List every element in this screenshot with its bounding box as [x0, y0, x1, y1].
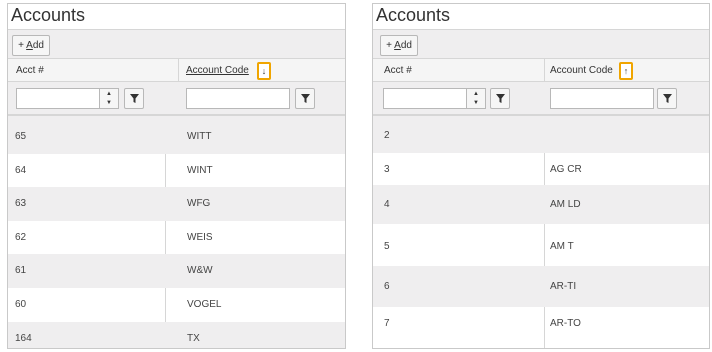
chevron-down-icon[interactable]: ▼ [467, 99, 485, 108]
cell-acct: 4 [384, 199, 390, 210]
column-header-acct[interactable]: Acct # [16, 65, 44, 76]
table-row[interactable]: 3 AG CR [373, 153, 709, 185]
acct-filter-button[interactable] [124, 88, 144, 109]
filter-row: ▲ ▼ [373, 82, 709, 116]
add-label-key: A [26, 40, 33, 51]
chevron-down-icon[interactable]: ▼ [100, 99, 118, 108]
column-header-account-code[interactable]: Account Code [186, 65, 249, 76]
cell-acct: 65 [15, 131, 27, 142]
table-row[interactable]: 4 AM LD [373, 185, 709, 224]
acct-filter-button[interactable] [490, 88, 510, 109]
toolbar: + Add [373, 29, 709, 59]
cell-acct: 61 [15, 265, 27, 276]
cell-account-code: WFG [187, 198, 211, 209]
column-header-row: Acct # Account Code ↓ [8, 59, 345, 82]
cell-account-code: W&W [187, 265, 213, 276]
column-divider [544, 59, 545, 81]
table-row[interactable]: 6 AR-TI [373, 266, 709, 307]
add-label-rest: dd [32, 40, 44, 51]
accounts-grid: 65 WITT 64 WINT 63 WFG 62 WEIS 61 W&W 60… [8, 116, 345, 348]
accounts-grid: 2 3 AG CR 4 AM LD 5 AM T 6 AR-TI 7 AR-TO [373, 116, 709, 348]
account-code-filter-input[interactable] [186, 88, 290, 109]
sort-ascending-icon[interactable]: ↑ [619, 62, 633, 80]
filter-icon [663, 94, 672, 103]
cell-account-code: VOGEL [187, 299, 222, 310]
account-code-filter-input[interactable] [550, 88, 654, 109]
table-row[interactable]: 60 VOGEL [8, 288, 345, 322]
cell-account-code: AR-TI [550, 281, 577, 292]
acct-number-spinner[interactable]: ▲ ▼ [467, 88, 486, 109]
table-row[interactable]: 65 WITT [8, 116, 345, 154]
cell-acct: 63 [15, 198, 27, 209]
account-code-filter-button[interactable] [657, 88, 677, 109]
cell-acct: 164 [15, 333, 32, 344]
cell-acct: 2 [384, 130, 390, 141]
add-button[interactable]: + Add [12, 35, 50, 56]
add-label-prefix: + [18, 40, 27, 51]
cell-account-code: WITT [187, 131, 212, 142]
accounts-panel-right: Accounts + Add Acct # Account Code ↑ ▲ ▼… [372, 3, 710, 349]
table-row[interactable]: 5 AM T [373, 224, 709, 266]
cell-acct: 64 [15, 165, 27, 176]
cell-acct: 6 [384, 281, 390, 292]
toolbar: + Add [8, 29, 345, 59]
chevron-up-icon[interactable]: ▲ [100, 90, 118, 99]
column-header-row: Acct # Account Code ↑ [373, 59, 709, 82]
filter-row: ▲ ▼ [8, 82, 345, 116]
cell-account-code: AM T [550, 241, 574, 252]
table-row[interactable]: 64 WINT [8, 154, 345, 187]
cell-account-code: TX [187, 333, 200, 344]
add-label-key: A [394, 40, 401, 51]
filter-icon [130, 94, 139, 103]
panel-title: Accounts [11, 5, 86, 25]
cell-account-code: WEIS [187, 232, 213, 243]
column-divider [178, 59, 179, 81]
table-row[interactable]: 63 WFG [8, 187, 345, 221]
acct-number-spinner[interactable]: ▲ ▼ [100, 88, 119, 109]
account-code-filter-button[interactable] [295, 88, 315, 109]
add-label-rest: dd [400, 40, 412, 51]
table-row[interactable]: 62 WEIS [8, 221, 345, 254]
cell-acct: 62 [15, 232, 27, 243]
column-header-acct[interactable]: Acct # [384, 65, 412, 76]
panel-title: Accounts [376, 5, 451, 25]
table-row[interactable]: 2 [373, 116, 709, 153]
table-row[interactable]: 7 AR-TO [373, 307, 709, 343]
cell-acct: 7 [384, 318, 390, 329]
table-row[interactable]: 164 TX [8, 322, 345, 348]
add-label-prefix: + [386, 40, 395, 51]
accounts-panel-left: Accounts + Add Acct # Account Code ↓ ▲ ▼… [7, 3, 346, 349]
cell-account-code: AG CR [550, 164, 582, 175]
sort-descending-icon[interactable]: ↓ [257, 62, 271, 80]
table-row[interactable]: 61 W&W [8, 254, 345, 288]
filter-icon [496, 94, 505, 103]
chevron-up-icon[interactable]: ▲ [467, 90, 485, 99]
acct-filter-input[interactable] [383, 88, 467, 109]
cell-acct: 60 [15, 299, 27, 310]
filter-icon [301, 94, 310, 103]
cell-acct: 5 [384, 241, 390, 252]
add-button[interactable]: + Add [380, 35, 418, 56]
cell-acct: 3 [384, 164, 390, 175]
cell-account-code: AR-TO [550, 318, 581, 329]
column-header-account-code[interactable]: Account Code [550, 65, 613, 76]
cell-account-code: WINT [187, 165, 213, 176]
acct-filter-input[interactable] [16, 88, 100, 109]
cell-account-code: AM LD [550, 199, 581, 210]
